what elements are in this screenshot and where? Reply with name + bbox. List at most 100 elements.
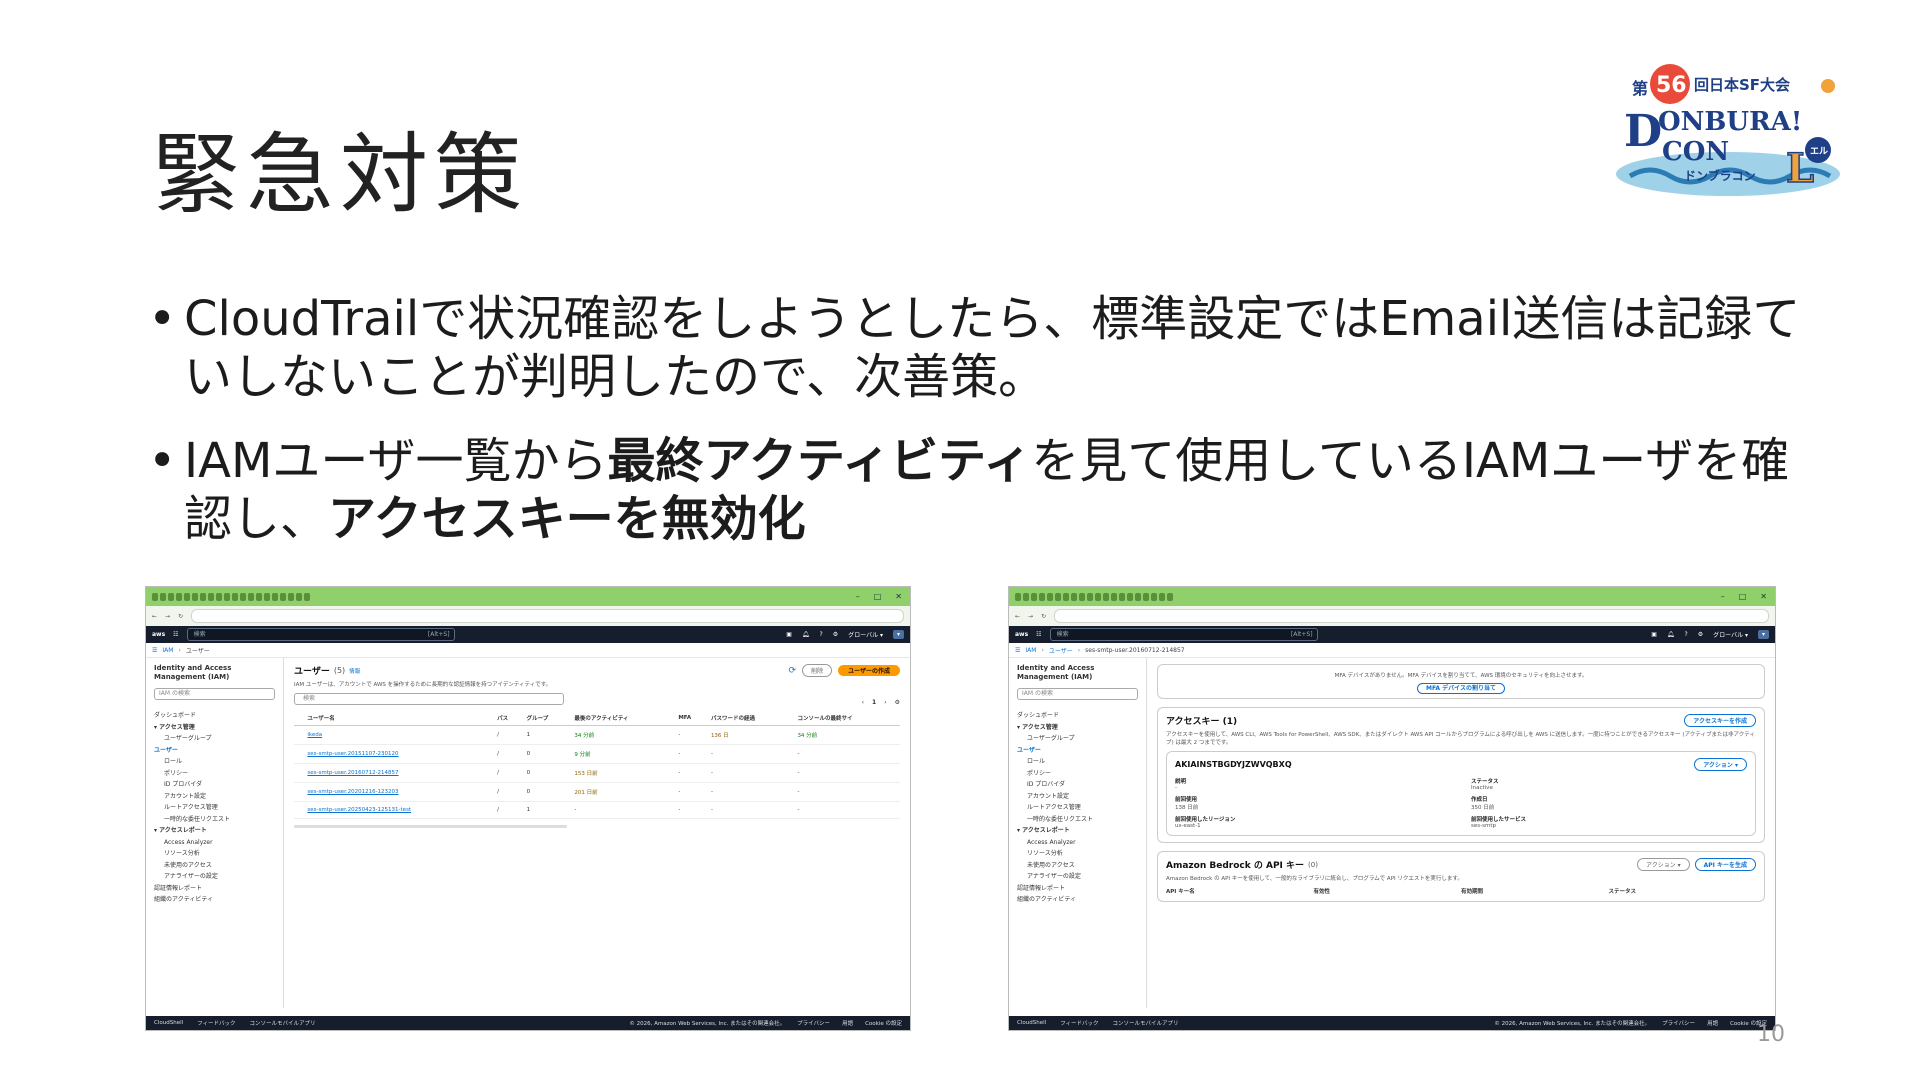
sidebar-item[interactable]: ユーザー <box>1017 745 1138 757</box>
column-header[interactable]: コンソールの最終サイ <box>794 711 900 726</box>
back-icon[interactable]: ← <box>152 613 157 620</box>
next-page-icon[interactable]: › <box>884 699 886 706</box>
table-row[interactable]: ikeda/1 34 分前 -136 日 34 分前 <box>294 725 900 745</box>
select-all-checkbox[interactable] <box>294 711 305 726</box>
bell-icon[interactable]: 🔔︎ <box>1667 631 1675 638</box>
bedrock-actions-button[interactable]: アクション ▾ <box>1637 858 1690 871</box>
breadcrumb-iam[interactable]: IAM <box>162 647 173 654</box>
column-header[interactable]: 最後のアクティビティ <box>571 711 676 726</box>
generate-api-key-button[interactable]: API キーを生成 <box>1694 858 1756 871</box>
sidebar-item[interactable]: 認証情報レポート <box>154 883 275 895</box>
bedrock-column-header[interactable]: ステータス <box>1609 887 1757 895</box>
services-menu-icon[interactable]: ☷ <box>1036 631 1041 638</box>
sidebar-item[interactable]: ロール <box>1017 756 1138 768</box>
page-number[interactable]: 1 <box>872 699 876 706</box>
row-checkbox[interactable] <box>294 744 305 764</box>
aws-search-input[interactable]: 検索 [Alt+S] <box>1049 628 1318 641</box>
sidebar-item[interactable]: ID プロバイダ <box>154 779 275 791</box>
sidebar-item[interactable]: ダッシュボード <box>154 710 275 722</box>
breadcrumb-iam[interactable]: IAM <box>1025 647 1036 654</box>
menu-icon[interactable]: ☰ <box>1015 647 1020 654</box>
settings-icon[interactable]: ⚙ <box>895 699 900 706</box>
account-menu[interactable]: ▾ <box>1757 630 1769 639</box>
sidebar-item[interactable]: 未使用のアクセス <box>154 860 275 872</box>
sidebar-item[interactable]: ポリシー <box>1017 768 1138 780</box>
sidebar-item[interactable]: ダッシュボード <box>1017 710 1138 722</box>
sidebar-item[interactable]: ID プロバイダ <box>1017 779 1138 791</box>
refresh-icon[interactable]: ⟳ <box>789 666 797 676</box>
row-checkbox[interactable] <box>294 725 305 745</box>
region-selector[interactable]: グローバル ▾ <box>848 630 883 639</box>
create-access-key-button[interactable]: アクセスキーを作成 <box>1684 714 1756 727</box>
sidebar-item[interactable]: ルートアクセス管理 <box>1017 802 1138 814</box>
column-header[interactable]: ユーザー名 <box>304 711 495 726</box>
forward-icon[interactable]: → <box>1028 613 1033 620</box>
sidebar-item[interactable]: ユーザー <box>154 745 275 757</box>
bedrock-column-header[interactable]: API キー名 <box>1166 887 1314 895</box>
sidebar-item[interactable]: ユーザーグループ <box>1017 733 1138 745</box>
user-name-link[interactable]: ikeda <box>304 725 495 745</box>
horizontal-scrollbar[interactable] <box>294 825 567 828</box>
sidebar-item[interactable]: リソース分析 <box>1017 848 1138 860</box>
breadcrumb-users[interactable]: ユーザー <box>1049 646 1073 655</box>
aws-search-input[interactable]: 検索 [Alt+S] <box>186 628 455 641</box>
sidebar-item[interactable]: アカウント設定 <box>1017 791 1138 803</box>
footer-terms[interactable]: 用語 <box>1707 1019 1718 1027</box>
help-icon[interactable]: ? <box>820 631 823 638</box>
assign-mfa-button[interactable]: MFA デバイスの割り当て <box>1417 683 1505 694</box>
sidebar-item[interactable]: ルートアクセス管理 <box>154 802 275 814</box>
sidebar-item[interactable]: リソース分析 <box>154 848 275 860</box>
sidebar-item[interactable]: ロール <box>154 756 275 768</box>
aws-logo[interactable]: aws <box>152 631 165 638</box>
footer-cookies[interactable]: Cookie の設定 <box>865 1019 902 1027</box>
sidebar-item[interactable]: Access Analyzer <box>1017 837 1138 849</box>
account-menu[interactable]: ▾ <box>892 630 904 639</box>
footer-mobile-app[interactable]: コンソールモバイルアプリ <box>250 1019 316 1027</box>
column-header[interactable]: グループ <box>523 711 572 726</box>
window-controls[interactable]: – □ ✕ <box>1721 592 1775 601</box>
sidebar-item[interactable]: 一時的な委任リクエスト <box>1017 814 1138 826</box>
sidebar-item[interactable]: Access Analyzer <box>154 837 275 849</box>
row-checkbox[interactable] <box>294 801 305 819</box>
services-menu-icon[interactable]: ☷ <box>173 631 178 638</box>
footer-feedback[interactable]: フィードバック <box>1060 1019 1098 1027</box>
aws-logo[interactable]: aws <box>1015 631 1028 638</box>
url-field[interactable] <box>191 609 904 623</box>
footer-privacy[interactable]: プライバシー <box>1662 1019 1695 1027</box>
back-icon[interactable]: ← <box>1015 613 1020 620</box>
prev-page-icon[interactable]: ‹ <box>862 699 864 706</box>
column-header[interactable]: パスワードの経過 <box>707 711 795 726</box>
menu-icon[interactable]: ☰ <box>152 647 157 654</box>
user-name-link[interactable]: ses-smtp-user.20201216-123203 <box>304 782 495 802</box>
table-row[interactable]: ses-smtp-user.20201216-123203/0 201 日前 - - - <box>294 782 900 802</box>
sidebar-search-input[interactable]: IAM の検索 <box>154 688 275 700</box>
forward-icon[interactable]: → <box>165 613 170 620</box>
region-selector[interactable]: グローバル ▾ <box>1713 630 1748 639</box>
row-checkbox[interactable] <box>294 782 305 802</box>
table-row[interactable]: ses-smtp-user.20160712-214857/0 153 日前 - - - <box>294 763 900 783</box>
access-key-actions-button[interactable]: アクション ▾ <box>1694 758 1747 771</box>
info-link[interactable]: 情報 <box>349 667 360 675</box>
gear-icon[interactable]: ⚙ <box>1698 631 1703 638</box>
reload-icon[interactable]: ↻ <box>178 613 183 620</box>
sidebar-item[interactable]: ポリシー <box>154 768 275 780</box>
sidebar-item[interactable]: アナライザーの設定 <box>154 871 275 883</box>
column-header[interactable]: MFA <box>675 711 708 726</box>
footer-terms[interactable]: 用語 <box>842 1019 853 1027</box>
sidebar-item[interactable]: アナライザーの設定 <box>1017 871 1138 883</box>
column-header[interactable]: パス <box>494 711 524 726</box>
sidebar-item[interactable]: 認証情報レポート <box>1017 883 1138 895</box>
sidebar-item[interactable]: 組織のアクティビティ <box>1017 894 1138 906</box>
cloudshell-icon[interactable]: ▣ <box>786 631 792 638</box>
user-name-link[interactable]: ses-smtp-user.20160712-214857 <box>304 763 495 783</box>
footer-cloudshell[interactable]: CloudShell <box>1017 1020 1046 1026</box>
window-controls[interactable]: – □ ✕ <box>856 592 910 601</box>
url-field[interactable] <box>1054 609 1769 623</box>
sidebar-item[interactable]: アカウント設定 <box>154 791 275 803</box>
sidebar-item[interactable]: 一時的な委任リクエスト <box>154 814 275 826</box>
footer-cloudshell[interactable]: CloudShell <box>154 1020 183 1026</box>
user-name-link[interactable]: ses-smtp-user.20151107-230120 <box>304 744 495 764</box>
reload-icon[interactable]: ↻ <box>1041 613 1046 620</box>
sidebar-search-input[interactable]: IAM の検索 <box>1017 688 1138 700</box>
delete-button[interactable]: 削除 <box>802 664 833 677</box>
